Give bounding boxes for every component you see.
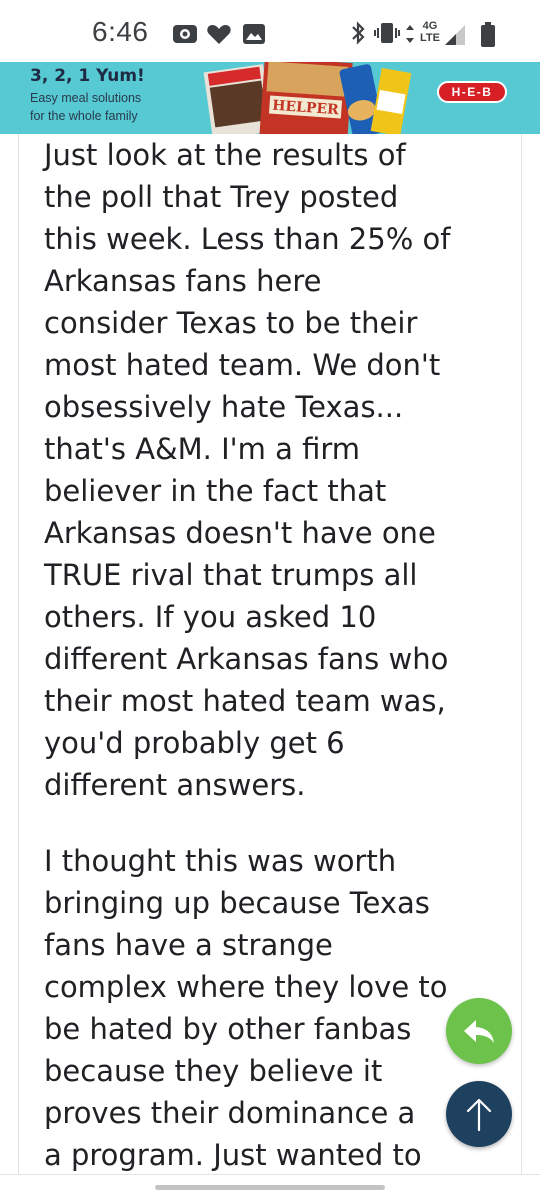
vibrate-icon — [374, 23, 400, 43]
post-line: this week. Less than 25% of — [44, 222, 451, 256]
post-paragraph-2: I thought this was worth bringing up bec… — [44, 840, 514, 1174]
ad-product-image: HELPER — [203, 62, 412, 134]
image-icon — [243, 24, 265, 44]
status-bar: 6:46 4G LTE — [0, 0, 540, 64]
battery-icon — [481, 22, 495, 47]
post-line: bringing up because Texas — [44, 886, 430, 920]
status-time: 6:46 — [92, 16, 149, 47]
post-line: I thought this was worth — [44, 844, 397, 878]
post-line: believer in the fact that — [44, 474, 387, 508]
heart-icon — [207, 25, 231, 44]
post-line: most hated team. We don't — [44, 348, 441, 382]
post-line: the poll that Trey posted — [44, 180, 399, 214]
post-line: fans have a strange — [44, 928, 333, 962]
ad-title: 3, 2, 1 Yum! — [30, 66, 145, 86]
post-line: Just look at the results of — [44, 138, 406, 172]
arrow-up-icon — [466, 1098, 492, 1132]
data-arrows-icon — [406, 25, 414, 43]
post-line: consider Texas to be their — [44, 306, 418, 340]
post-line: that's A&M. I'm a firm — [44, 432, 361, 466]
post-line: Arkansas fans here — [44, 264, 322, 298]
post-line: a program. Just wanted to — [44, 1138, 422, 1172]
post-line: others. If you asked 10 — [44, 600, 377, 634]
post-line: different answers. — [44, 768, 306, 802]
post-line: be hated by other fanbas — [44, 1012, 412, 1046]
post-line: you'd probably get 6 — [44, 726, 345, 760]
post-line: their most hated team was, — [44, 684, 446, 718]
post-line: Arkansas doesn't have one — [44, 516, 436, 550]
bluetooth-icon — [352, 21, 365, 45]
post-line: complex where they love to — [44, 970, 448, 1004]
scroll-to-top-button[interactable] — [446, 1081, 512, 1147]
post-line: proves their dominance a — [44, 1096, 416, 1130]
post-line: because they believe it — [44, 1054, 383, 1088]
gesture-navigation-bar[interactable] — [155, 1185, 385, 1190]
network-type: 4G LTE — [420, 20, 440, 44]
ad-subtitle-line2: for the whole family — [30, 109, 138, 123]
heb-logo[interactable]: H-E-B — [437, 81, 507, 103]
post-line: TRUE rival that trumps all — [44, 558, 418, 592]
reply-button[interactable] — [446, 998, 512, 1064]
reply-icon — [464, 1020, 494, 1043]
post-line: different Arkansas fans who — [44, 642, 449, 676]
post-line: obsessively hate Texas... — [44, 390, 404, 424]
post-paragraph-1: Just look at the results of the poll tha… — [44, 134, 514, 806]
signal-icon — [445, 25, 465, 45]
radio-icon — [173, 25, 197, 43]
ad-subtitle-line1: Easy meal solutions — [30, 91, 142, 105]
